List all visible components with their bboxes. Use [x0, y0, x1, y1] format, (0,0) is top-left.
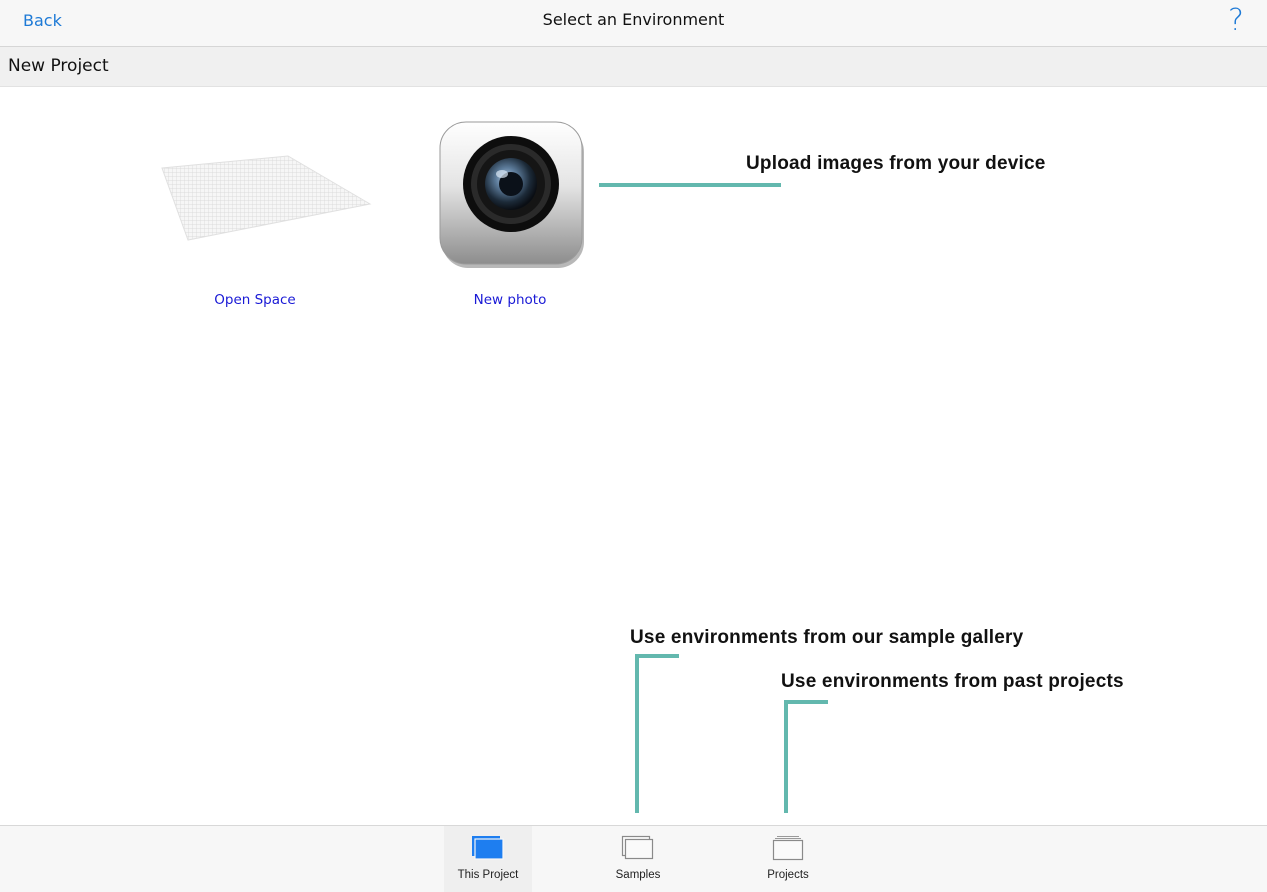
projects-callout-line-horizontal	[784, 700, 828, 704]
projects-icon	[772, 836, 804, 861]
environment-open-space[interactable]: Open Space	[155, 120, 372, 320]
samples-callout-line-horizontal	[635, 654, 679, 658]
tab-label: Samples	[615, 869, 661, 881]
environment-new-photo[interactable]: New photo	[410, 120, 610, 320]
samples-callout-line-vertical	[635, 654, 639, 813]
project-title: New Project	[8, 56, 109, 76]
environment-label: Open Space	[214, 292, 296, 308]
samples-callout-text: Use environments from our sample gallery	[630, 627, 1024, 648]
tab-label: Projects	[767, 869, 809, 881]
tab-label: This Project	[457, 869, 519, 881]
open-space-grid-icon	[161, 155, 372, 241]
tab-projects[interactable]: Projects	[744, 826, 832, 892]
projects-callout-line-vertical	[784, 700, 788, 813]
environment-label: New photo	[473, 292, 547, 308]
tab-this-project[interactable]: This Project	[444, 826, 532, 892]
upload-callout-line	[599, 183, 781, 187]
tab-bar: This Project Samples Projects	[0, 825, 1267, 892]
tab-samples[interactable]: Samples	[594, 826, 682, 892]
this-project-icon	[472, 836, 504, 860]
upload-callout-text: Upload images from your device	[746, 153, 1046, 174]
navigation-bar: Back Select an Environment ?	[0, 0, 1267, 47]
page-title: Select an Environment	[542, 10, 725, 29]
help-icon[interactable]: ?	[1228, 3, 1244, 38]
samples-icon	[621, 835, 654, 860]
projects-callout-text: Use environments from past projects	[781, 671, 1124, 692]
camera-icon	[439, 121, 584, 268]
project-header: New Project	[0, 47, 1267, 87]
